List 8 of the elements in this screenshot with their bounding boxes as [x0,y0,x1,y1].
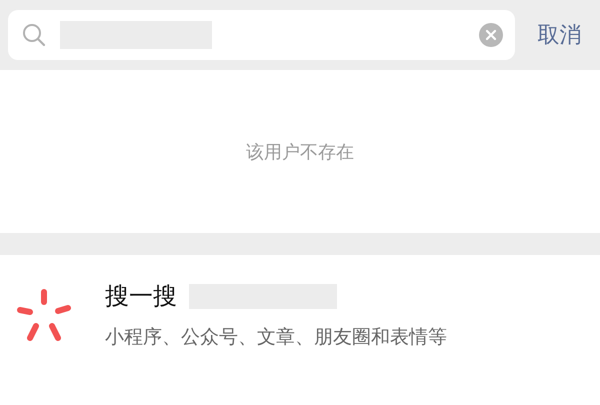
cancel-button[interactable]: 取消 [527,15,592,55]
search-one-title[interactable]: 搜一搜 [105,280,177,312]
sparkle-icon [16,288,72,342]
search-field[interactable] [8,10,515,60]
search-one-subtitle: 小程序、公众号、文章、朋友圈和表情等 [105,325,447,350]
search-icon [22,23,46,47]
clear-icon[interactable] [479,23,503,47]
empty-message: 该用户不存在 [246,140,354,164]
